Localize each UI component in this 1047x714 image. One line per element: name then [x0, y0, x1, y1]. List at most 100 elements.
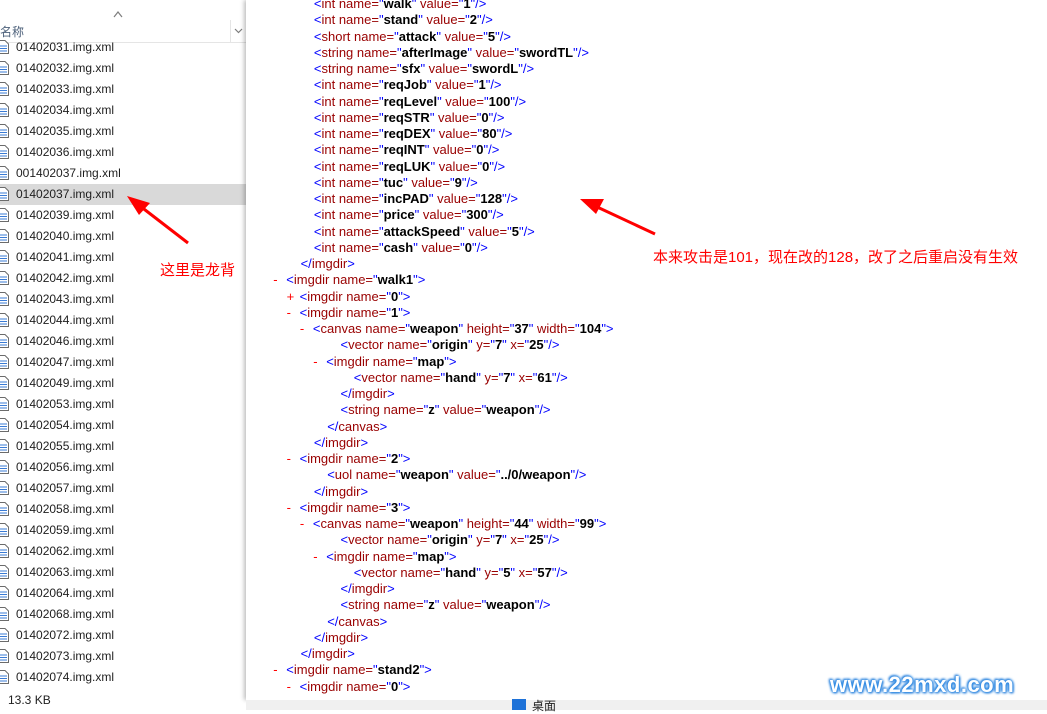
- desktop-icon[interactable]: [512, 699, 526, 710]
- xml-tag: imgdir: [351, 581, 388, 596]
- xml-attr: name=: [361, 321, 406, 336]
- xml-punct: "/>: [485, 77, 502, 93]
- file-row[interactable]: 01402062.img.xml: [0, 541, 246, 562]
- file-row[interactable]: 01402059.img.xml: [0, 520, 246, 541]
- xml-punct: >: [360, 483, 369, 499]
- file-row[interactable]: 01402049.img.xml: [0, 373, 246, 394]
- file-row[interactable]: 01402064.img.xml: [0, 583, 246, 604]
- xml-punct: </: [313, 629, 326, 645]
- xml-value: walk: [383, 0, 412, 11]
- xml-line: <int name="attackSpeed" value="5"/>: [314, 224, 535, 240]
- file-row[interactable]: 01402036.img.xml: [0, 142, 246, 163]
- xml-value: 25: [529, 532, 544, 548]
- file-row[interactable]: 01402031.img.xml: [0, 37, 246, 58]
- sort-ascending-icon[interactable]: [113, 10, 123, 18]
- xml-tag: imgdir: [293, 272, 330, 288]
- collapse-toggle[interactable]: -: [287, 679, 300, 695]
- expand-toggle[interactable]: +: [287, 289, 300, 305]
- file-row[interactable]: 01402047.img.xml: [0, 352, 246, 373]
- file-row[interactable]: 01402039.img.xml: [0, 205, 246, 226]
- xml-line: <int name="price" value="300"/>: [314, 207, 504, 223]
- xml-punct: "/>: [534, 402, 551, 418]
- xml-punct: </: [327, 613, 339, 629]
- file-row[interactable]: 001402037.img.xml: [0, 163, 246, 184]
- xml-punct: "/>: [570, 467, 587, 483]
- file-row[interactable]: 01402068.img.xml: [0, 604, 246, 625]
- xml-file-icon: [0, 40, 9, 54]
- collapse-toggle[interactable]: -: [273, 272, 286, 288]
- file-row[interactable]: 01402035.img.xml: [0, 121, 246, 142]
- xml-value: incPAD: [383, 191, 429, 206]
- xml-value: reqLUK: [383, 158, 431, 174]
- file-row[interactable]: 01402053.img.xml: [0, 394, 246, 415]
- xml-line: - <imgdir name="1">: [287, 305, 411, 321]
- collapse-toggle[interactable]: -: [287, 451, 300, 467]
- xml-file-icon: [0, 418, 9, 432]
- xml-file-icon: [0, 355, 9, 369]
- xml-line: </imgdir>: [301, 256, 355, 272]
- xml-value: 0: [481, 109, 489, 125]
- file-row[interactable]: 01402057.img.xml: [0, 478, 246, 499]
- collapse-toggle[interactable]: -: [287, 500, 300, 516]
- xml-file-icon: [0, 229, 9, 243]
- file-name: 01402031.img.xml: [16, 40, 115, 54]
- file-name: 01402058.img.xml: [16, 502, 115, 516]
- desktop-label[interactable]: 桌面: [532, 697, 556, 714]
- xml-punct: "/>: [573, 44, 589, 60]
- xml-file-icon: [0, 250, 9, 264]
- xml-tag: int: [321, 174, 336, 190]
- xml-attr: x=: [515, 369, 533, 385]
- xml-value: weapon: [486, 402, 535, 418]
- file-row[interactable]: 01402055.img.xml: [0, 436, 246, 457]
- collapse-toggle[interactable]: -: [273, 662, 286, 678]
- file-row[interactable]: 01402072.img.xml: [0, 625, 246, 646]
- file-row[interactable]: 01402034.img.xml: [0, 100, 246, 121]
- xml-value: 5: [511, 223, 519, 239]
- xml-value: stand: [383, 12, 419, 28]
- xml-punct: <: [286, 662, 294, 678]
- file-row[interactable]: 01402033.img.xml: [0, 79, 246, 100]
- xml-attr: name=: [383, 337, 428, 353]
- file-row[interactable]: 01402044.img.xml: [0, 310, 246, 331]
- xml-tag: imgdir: [311, 256, 348, 271]
- file-name: 01402063.img.xml: [16, 565, 115, 579]
- collapse-toggle[interactable]: -: [300, 516, 313, 532]
- file-row[interactable]: 01402074.img.xml: [0, 667, 246, 688]
- file-row[interactable]: 01402054.img.xml: [0, 415, 246, 436]
- chevron-down-icon[interactable]: [234, 26, 243, 35]
- file-row[interactable]: 01402040.img.xml: [0, 226, 246, 247]
- xml-line: </canvas>: [327, 419, 387, 435]
- xml-punct: "/>: [488, 109, 505, 125]
- xml-value: 61: [537, 369, 552, 385]
- xml-punct: "/>: [551, 564, 568, 580]
- collapse-toggle[interactable]: -: [300, 321, 313, 337]
- file-row[interactable]: 01402056.img.xml: [0, 457, 246, 478]
- xml-punct: ">: [444, 548, 457, 564]
- xml-value: walk1: [377, 272, 414, 288]
- file-row[interactable]: 01402063.img.xml: [0, 562, 246, 583]
- xml-value: attackSpeed: [383, 223, 461, 239]
- file-row[interactable]: 01402037.img.xml: [0, 184, 246, 205]
- xml-value: origin: [431, 337, 468, 353]
- xml-attr: name=: [335, 12, 379, 28]
- xml-attr: value=: [435, 126, 478, 141]
- collapse-toggle[interactable]: -: [287, 305, 300, 321]
- file-row[interactable]: 01402073.img.xml: [0, 646, 246, 667]
- xml-attr: value=: [439, 597, 482, 613]
- xml-line: <int name="reqJob" value="1"/>: [314, 77, 502, 93]
- collapse-toggle[interactable]: -: [313, 549, 326, 565]
- xml-value: 0: [464, 239, 472, 255]
- file-name: 001402037.img.xml: [16, 166, 121, 180]
- xml-value: ../0/weapon: [500, 467, 571, 483]
- file-name: 01402068.img.xml: [16, 607, 115, 621]
- xml-attr: name=: [335, 158, 379, 174]
- file-name: 01402043.img.xml: [16, 292, 115, 306]
- file-row[interactable]: 01402032.img.xml: [0, 58, 246, 79]
- file-row[interactable]: 01402046.img.xml: [0, 331, 246, 352]
- collapse-toggle[interactable]: -: [313, 354, 326, 370]
- file-row[interactable]: 01402043.img.xml: [0, 289, 246, 310]
- xml-value: swordTL: [518, 44, 574, 60]
- xml-value: 104: [579, 321, 602, 336]
- file-name: 01402073.img.xml: [16, 649, 115, 663]
- file-row[interactable]: 01402058.img.xml: [0, 499, 246, 520]
